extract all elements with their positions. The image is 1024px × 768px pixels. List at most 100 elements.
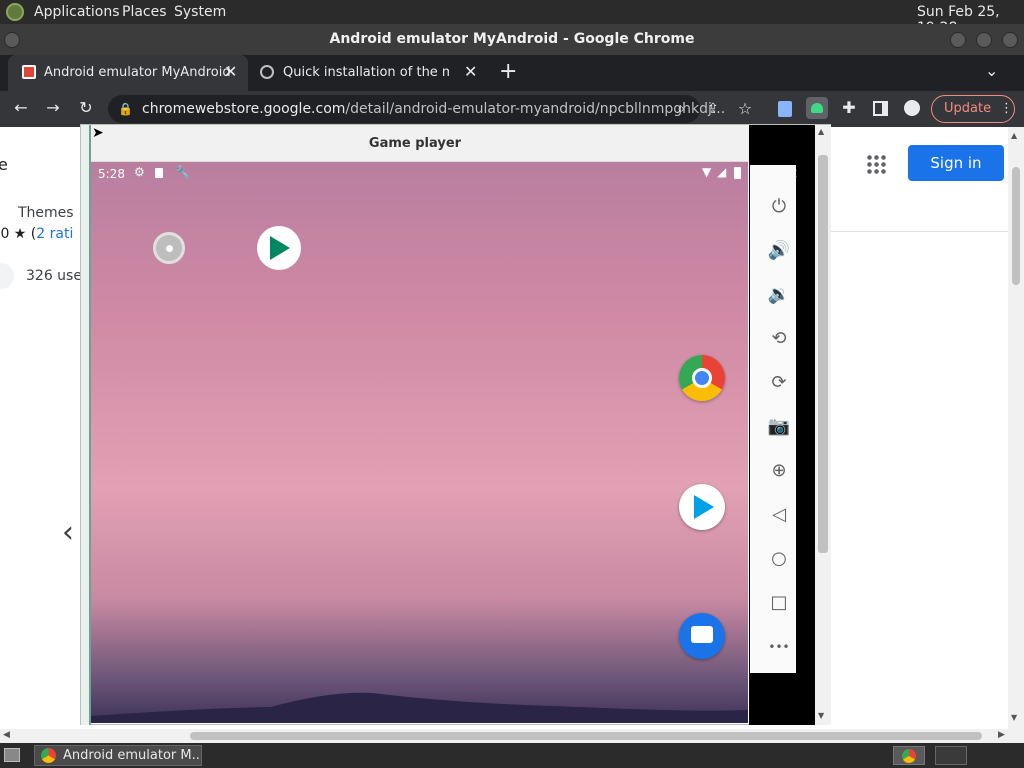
search-icon[interactable]: ⌕ — [670, 99, 692, 119]
taskbar-chrome-window[interactable]: Android emulator M... — [34, 745, 202, 766]
scroll-down-icon[interactable]: ▼ — [1011, 713, 1017, 722]
window-titlebar: Android emulator MyAndroid - Google Chro… — [0, 24, 1024, 55]
power-icon[interactable]: ⏻ — [766, 194, 792, 220]
media-disc-icon[interactable] — [153, 232, 185, 264]
sign-in-button[interactable]: Sign in — [908, 145, 1004, 181]
maximize-window-button[interactable] — [976, 32, 992, 48]
mountain-silhouette — [91, 692, 748, 723]
scrollbar-thumb[interactable] — [1012, 167, 1020, 285]
close-window-button[interactable] — [1002, 32, 1018, 48]
back-arrow-icon[interactable]: ← — [10, 98, 32, 118]
play-games-icon[interactable] — [257, 226, 301, 270]
menu-system[interactable]: System — [174, 4, 226, 20]
game-player-title: Game player — [368, 136, 462, 151]
url-path: /detail/android-emulator-myandroid/npcbl… — [345, 101, 726, 117]
android-extension-icon[interactable] — [806, 97, 828, 119]
tab-search-chevron-icon[interactable]: ⌄ — [985, 61, 998, 80]
status-time: 5:28 — [98, 167, 125, 181]
show-desktop-icon[interactable] — [4, 748, 20, 762]
scroll-left-icon[interactable]: ◀ — [3, 730, 10, 740]
menu-applications[interactable]: Applications — [34, 4, 120, 20]
ratings-link[interactable]: 2 rati — [36, 226, 73, 242]
taskbar-item-label: Android emulator M... — [63, 748, 202, 763]
zoom-icon[interactable]: ⊕ — [766, 458, 792, 484]
emulator-left-edge — [81, 125, 91, 725]
new-tab-icon[interactable]: + — [499, 59, 517, 84]
scroll-up-icon[interactable]: ▲ — [1011, 131, 1017, 140]
bookmark-star-icon[interactable]: ☆ — [734, 99, 756, 119]
volume-down-icon[interactable]: 🔉 — [766, 282, 792, 308]
tab-label: Android emulator MyAndroid — [44, 65, 231, 80]
messages-app-icon[interactable] — [679, 613, 725, 659]
close-tab-icon[interactable]: ✕ — [464, 56, 477, 88]
tab-label: Quick installation of the mobi — [283, 65, 449, 80]
update-label: Update — [944, 101, 992, 116]
webstore-favicon-icon — [22, 65, 36, 79]
extension-docs-icon[interactable] — [778, 101, 792, 117]
rating-value: .0 ★ ( — [0, 226, 37, 242]
camera-icon[interactable]: 📷 — [766, 414, 792, 440]
update-button[interactable]: Update ⋮ — [931, 95, 1015, 123]
sd-card-icon — [155, 168, 163, 178]
distro-logo-icon[interactable] — [6, 3, 24, 21]
menu-dots-icon[interactable]: ⋮ — [1000, 96, 1013, 122]
emu-scroll-up-icon[interactable]: ▲ — [818, 127, 824, 136]
taskbar: Android emulator M... — [0, 743, 1024, 768]
emu-scroll-thumb[interactable] — [818, 155, 828, 553]
settings-status-icon: ⚙ — [134, 165, 145, 179]
globe-icon — [260, 65, 274, 79]
side-panel-icon[interactable] — [873, 101, 888, 116]
battery-icon — [734, 167, 741, 179]
extensions-puzzle-icon[interactable]: ✚ — [838, 98, 860, 118]
cursor-icon: ➤ — [92, 125, 104, 141]
truncated-title: e — [0, 155, 8, 174]
chrome-app-icon[interactable] — [679, 355, 725, 401]
back-icon[interactable]: ◁ — [766, 502, 792, 528]
tab-bar: Android emulator MyAndroid ✕ Quick insta… — [0, 55, 1024, 91]
forward-arrow-icon[interactable]: → — [42, 98, 64, 118]
top-panel: Applications Places System Sun Feb 25, 1… — [0, 0, 1024, 36]
page-vertical-scrollbar[interactable]: ▲ ▼ — [1008, 127, 1024, 729]
users-count: 326 user — [26, 268, 88, 284]
profile-avatar-icon[interactable] — [904, 100, 920, 116]
workspace-2[interactable] — [935, 746, 967, 765]
workspace-switcher[interactable] — [893, 746, 925, 765]
page-horizontal-scrollbar[interactable]: ◀ ▶ — [0, 729, 1024, 743]
tab-quick-installation[interactable]: Quick installation of the mobi ✕ — [252, 55, 488, 91]
signal-icon: ◢ — [717, 165, 727, 179]
category-chip — [0, 263, 14, 289]
rotate-right-icon[interactable]: ⟳ — [766, 370, 792, 396]
wrench-icon: 🔧 — [175, 165, 190, 179]
google-apps-icon[interactable] — [866, 154, 886, 174]
reload-icon[interactable]: ↻ — [75, 98, 97, 118]
tab-android-emulator[interactable]: Android emulator MyAndroid ✕ — [8, 55, 248, 91]
share-icon[interactable]: ⇪ — [702, 99, 724, 119]
game-player-titlebar: Game player — [81, 125, 749, 162]
header-divider — [830, 231, 1008, 232]
scroll-right-icon[interactable]: ▶ — [998, 730, 1005, 740]
address-bar[interactable]: 🔒 chromewebstore.google.com/detail/andro… — [108, 95, 725, 123]
toolbar: ← → ↻ 🔒 chromewebstore.google.com/detail… — [0, 91, 1024, 127]
home-icon[interactable]: ○ — [766, 546, 792, 572]
play-store-app-icon[interactable] — [679, 484, 725, 530]
themes-link[interactable]: Themes — [18, 205, 74, 221]
minimize-window-button[interactable] — [950, 32, 966, 48]
window-title: Android emulator MyAndroid - Google Chro… — [329, 31, 695, 47]
lock-icon[interactable]: 🔒 — [118, 95, 133, 123]
close-tab-icon[interactable]: ✕ — [224, 56, 237, 88]
chrome-mini-icon — [902, 749, 916, 763]
android-screen[interactable]: 5:28 ⚙ 🔧 ▼ ◢ — [91, 162, 748, 723]
overview-icon[interactable]: □ — [766, 590, 792, 616]
url-host: chromewebstore.google.com — [142, 101, 346, 117]
emulator-scrollbar[interactable]: ▲ ▼ — [815, 125, 831, 725]
menu-places[interactable]: Places — [122, 4, 167, 20]
emu-scroll-down-icon[interactable]: ▼ — [818, 711, 824, 720]
volume-up-icon[interactable]: 🔊 — [766, 238, 792, 264]
wifi-icon: ▼ — [702, 165, 712, 179]
chrome-icon — [41, 748, 56, 763]
rotate-left-icon[interactable]: ⟲ — [766, 326, 792, 352]
carousel-prev-icon[interactable]: ‹ — [62, 515, 74, 550]
more-icon[interactable]: ••• — [766, 634, 792, 660]
h-scrollbar-thumb[interactable] — [190, 732, 982, 740]
window-menu-button[interactable] — [4, 32, 20, 48]
